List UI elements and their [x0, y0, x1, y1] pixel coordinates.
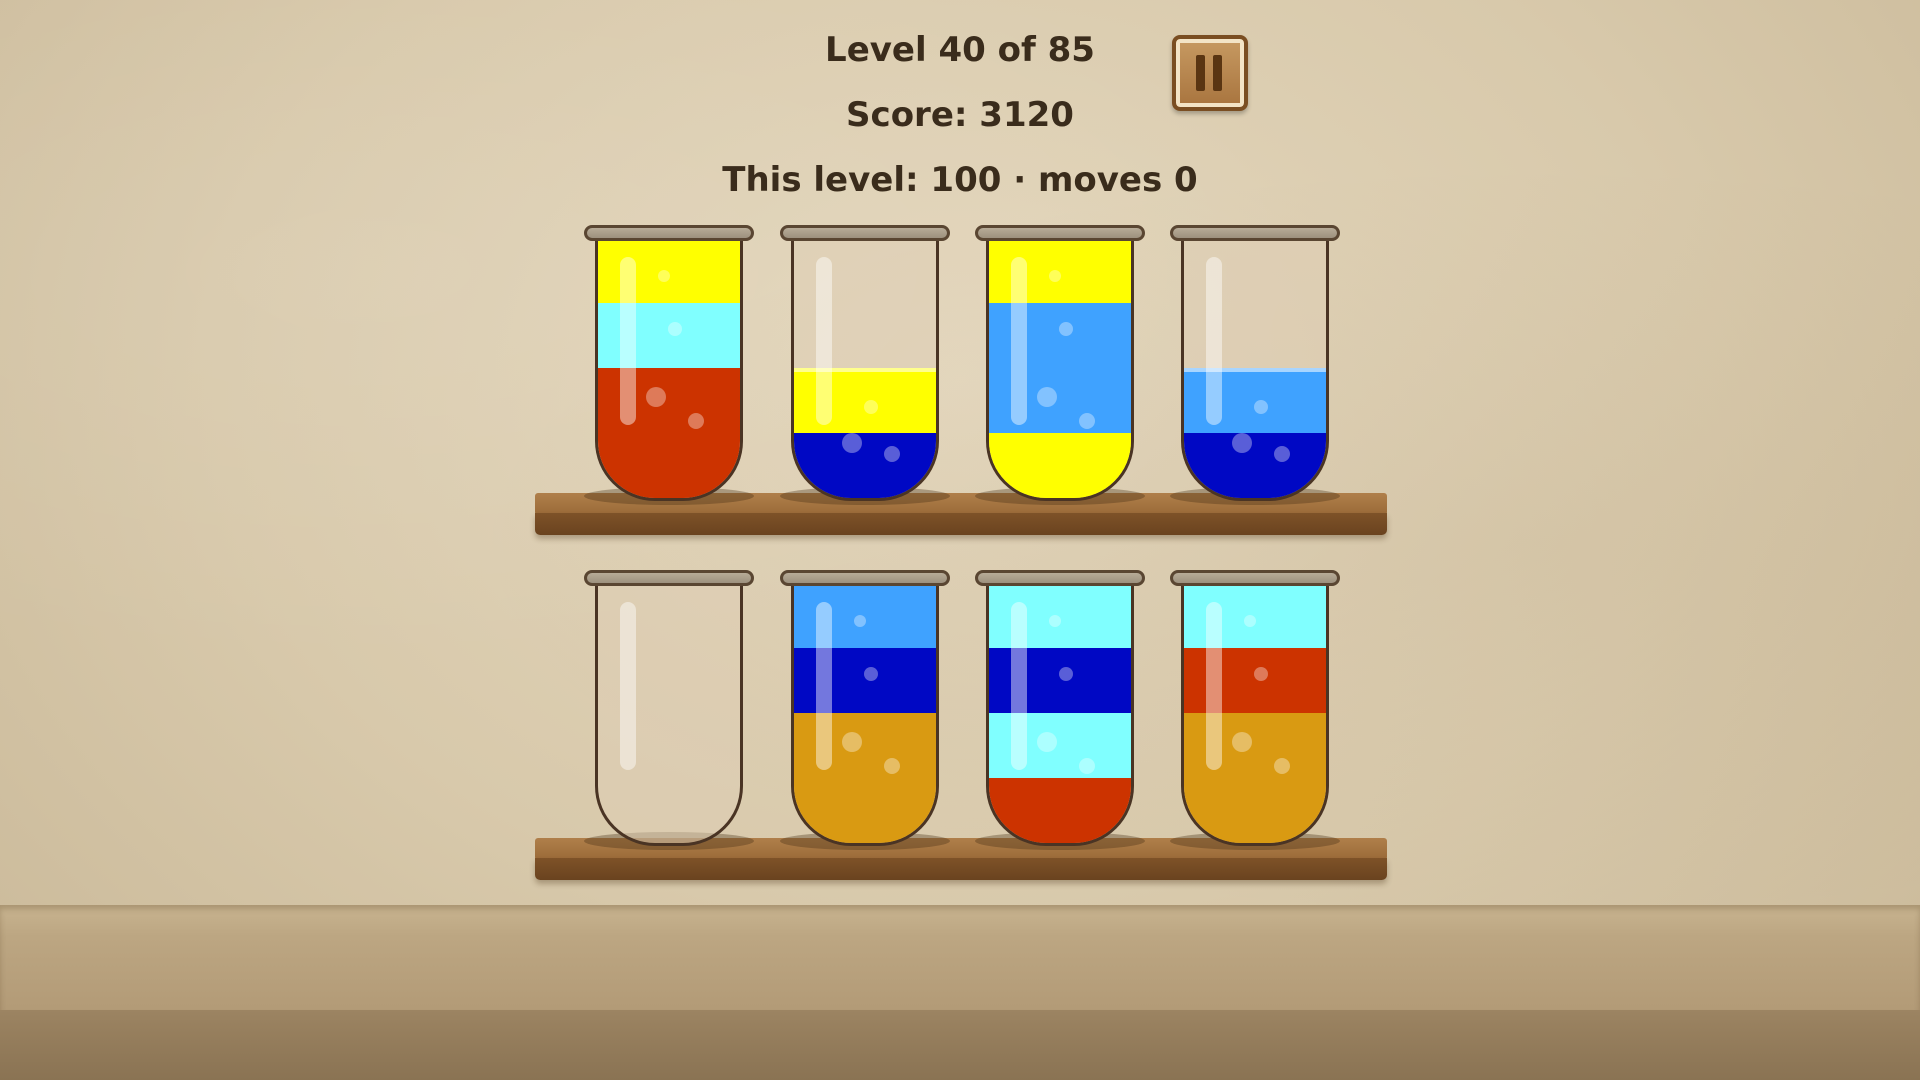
tube[interactable]	[780, 570, 950, 850]
tube[interactable]	[584, 570, 754, 850]
tube[interactable]	[975, 570, 1145, 850]
glass-highlight	[620, 257, 636, 425]
glass-highlight	[1011, 257, 1027, 425]
tube-rim	[1170, 225, 1340, 241]
tube[interactable]	[780, 225, 950, 505]
glass-highlight	[1206, 257, 1222, 425]
tube-glass	[986, 239, 1134, 501]
bubble	[1274, 445, 1290, 462]
glass-highlight	[1011, 602, 1027, 770]
tube[interactable]	[1170, 225, 1340, 505]
bubble	[842, 432, 862, 453]
liquid-layer-navy-blue	[794, 433, 936, 498]
bubble	[1274, 758, 1290, 774]
bubble	[1059, 667, 1073, 681]
bubble	[884, 445, 900, 462]
tube-rim	[1170, 570, 1340, 586]
bubble	[1232, 732, 1252, 752]
bubble	[864, 400, 878, 414]
bubble	[884, 758, 900, 774]
tube-glass	[791, 239, 939, 501]
pause-icon	[1196, 55, 1224, 91]
bubble	[1079, 758, 1095, 774]
bubble	[842, 732, 862, 752]
bubble	[1059, 322, 1073, 336]
bubble	[1254, 667, 1268, 681]
tube-rim	[975, 225, 1145, 241]
score-display: Score: 3120	[846, 95, 1074, 135]
liquid-layer-amber	[1184, 778, 1326, 843]
glass-highlight	[816, 257, 832, 425]
bubble	[1244, 615, 1256, 627]
tube-rim	[975, 570, 1145, 586]
counter-edge	[0, 1010, 1920, 1080]
bubble	[1049, 615, 1061, 627]
level-indicator: Level 40 of 85	[825, 30, 1095, 70]
tube[interactable]	[584, 225, 754, 505]
glass-highlight	[816, 602, 832, 770]
liquid-layer-navy-blue	[1184, 433, 1326, 498]
liquid-layer-yellow	[989, 433, 1131, 498]
tube-glass	[595, 239, 743, 501]
tube-rim	[780, 570, 950, 586]
tube-rim	[584, 225, 754, 241]
tube-rim	[780, 225, 950, 241]
wall-background	[0, 0, 1920, 905]
bubble	[658, 270, 670, 282]
bubble	[1079, 413, 1095, 429]
bubble	[668, 322, 682, 336]
tube-glass	[1181, 239, 1329, 501]
tube-glass	[595, 584, 743, 846]
bubble	[688, 413, 704, 429]
tube[interactable]	[1170, 570, 1340, 850]
bubble	[1037, 732, 1057, 752]
tube-rim	[584, 570, 754, 586]
tube-glass	[1181, 584, 1329, 846]
pause-button[interactable]	[1172, 35, 1248, 111]
bubble	[1232, 432, 1252, 453]
bubble	[1049, 270, 1061, 282]
tube-glass	[986, 584, 1134, 846]
liquid-layer-red	[598, 433, 740, 498]
bubble	[1037, 387, 1057, 407]
glass-highlight	[1206, 602, 1222, 770]
glass-highlight	[620, 602, 636, 770]
bubble	[854, 615, 866, 627]
bubble	[646, 387, 666, 407]
liquid-layer-amber	[794, 778, 936, 843]
tube-glass	[791, 584, 939, 846]
level-points-moves: This level: 100 · moves 0	[722, 160, 1198, 200]
bubble	[864, 667, 878, 681]
tube[interactable]	[975, 225, 1145, 505]
bubble	[1254, 400, 1268, 414]
liquid-layer-red	[989, 778, 1131, 843]
